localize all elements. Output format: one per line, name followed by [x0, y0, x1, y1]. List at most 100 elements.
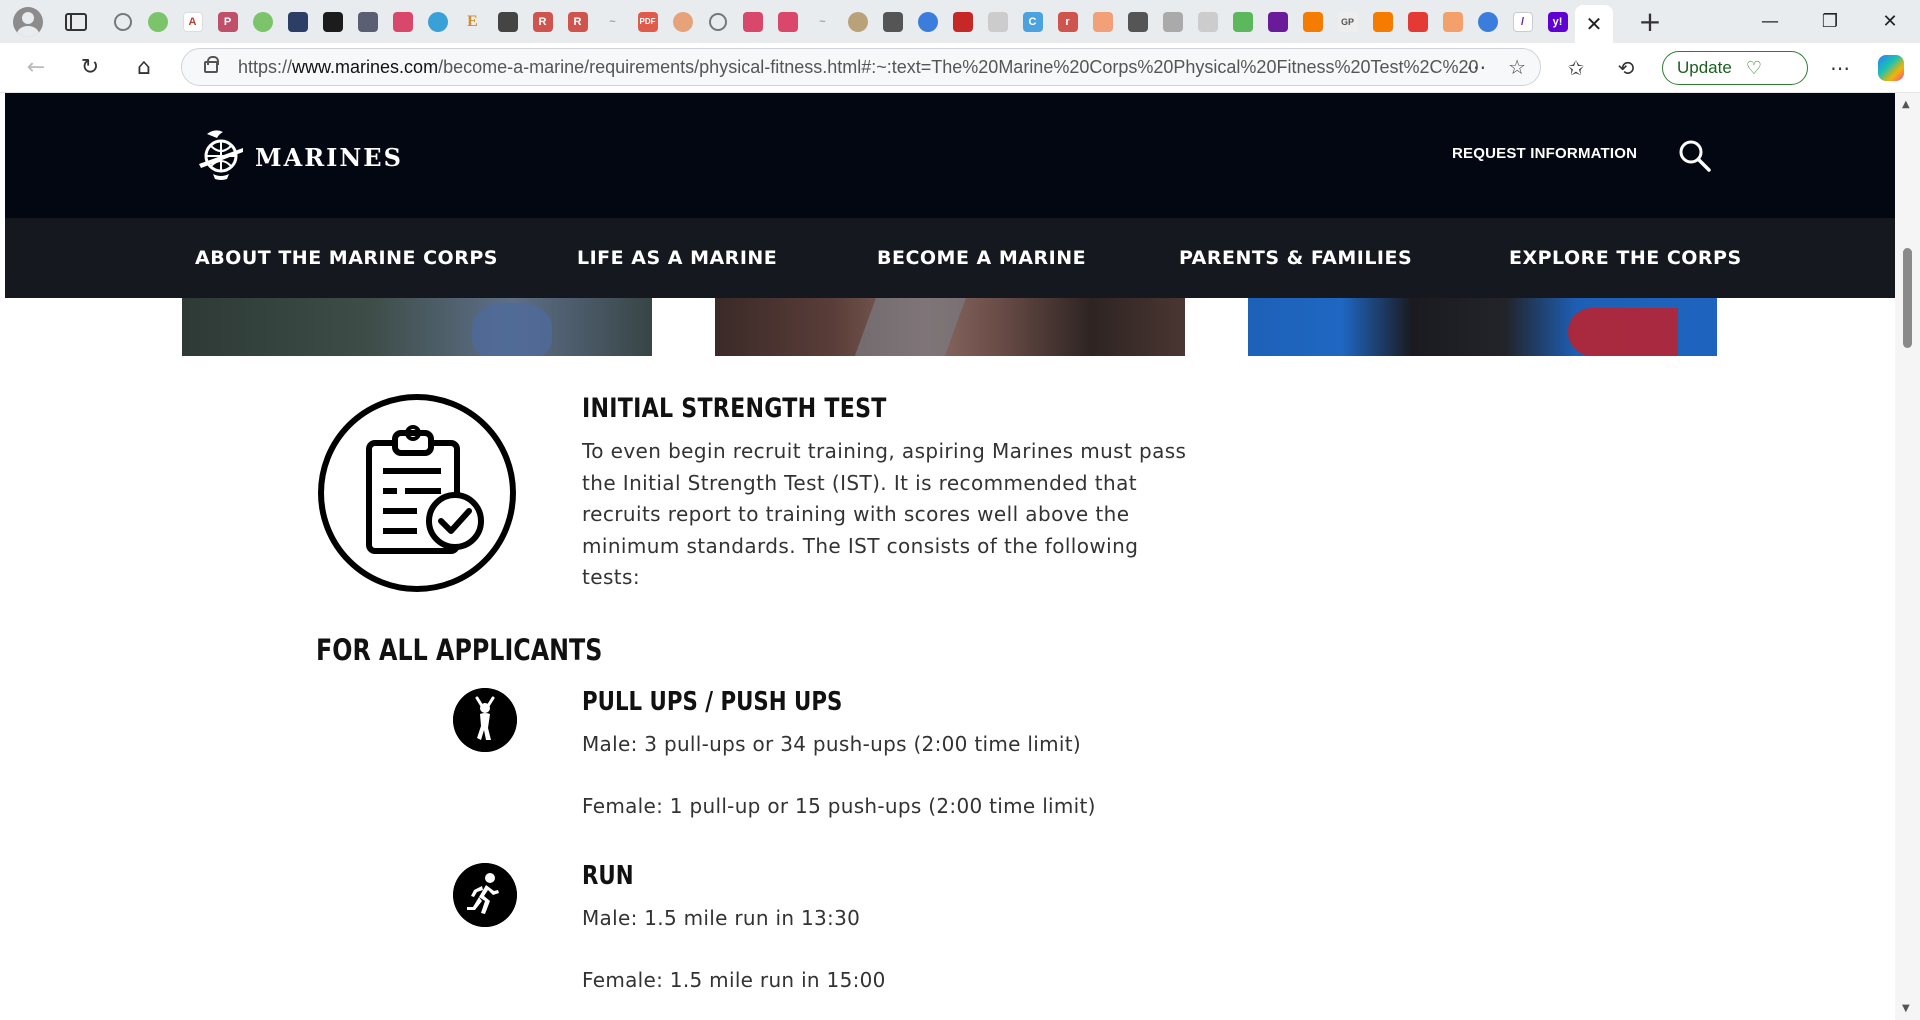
tab[interactable]: A [175, 4, 210, 39]
tab[interactable] [700, 4, 735, 39]
hero-image [715, 298, 1185, 356]
tab[interactable] [1225, 4, 1260, 39]
heartbeat-icon: ♡ [1745, 57, 1762, 78]
tab[interactable] [280, 4, 315, 39]
tab[interactable]: GP [1330, 4, 1365, 39]
tab-actions-icon[interactable] [65, 12, 87, 31]
nav-explore-the-corps[interactable]: EXPLORE THE CORPS [1509, 247, 1742, 269]
tab[interactable]: PDF [630, 4, 665, 39]
play-icon [147, 11, 168, 32]
video-icon [392, 11, 413, 32]
tab[interactable] [420, 4, 455, 39]
tab[interactable]: y! [1540, 4, 1575, 39]
page-scrollbar[interactable]: ▲ ▼ [1895, 93, 1920, 1020]
nav-life-as-a-marine[interactable]: LIFE AS A MARINE [577, 247, 777, 269]
tab[interactable]: / [1505, 4, 1540, 39]
nav-about-the-marine-corps[interactable]: ABOUT THE MARINE CORPS [195, 247, 498, 269]
close-icon[interactable]: ✕ [1586, 12, 1603, 36]
circle-icon [427, 11, 448, 32]
tab[interactable]: C [1015, 4, 1050, 39]
globe-icon [113, 12, 132, 31]
news-icon [287, 11, 308, 32]
profile-avatar[interactable] [13, 6, 43, 37]
back-icon[interactable]: ← [18, 50, 54, 86]
tab[interactable] [875, 4, 910, 39]
tab[interactable]: R [525, 4, 560, 39]
tab[interactable] [1155, 4, 1190, 39]
columns-icon [1127, 11, 1148, 32]
tab[interactable]: r [1050, 4, 1085, 39]
tab[interactable] [1085, 4, 1120, 39]
bookmark-icon [1372, 11, 1393, 32]
tab[interactable]: P [210, 4, 245, 39]
update-button[interactable]: Update ♡ [1662, 51, 1808, 85]
request-information-link[interactable]: REQUEST INFORMATION [1452, 145, 1637, 162]
bookmark-icon [1442, 11, 1463, 32]
hero-image [1248, 298, 1717, 356]
nav-parents-and-families[interactable]: PARENTS & FAMILIES [1179, 247, 1412, 269]
tab[interactable] [1190, 4, 1225, 39]
active-tab[interactable]: ✕ [1575, 5, 1613, 43]
minimize-icon[interactable]: — [1740, 0, 1800, 43]
more-tools-icon[interactable]: ⋯ [1466, 55, 1486, 79]
address-bar[interactable]: https://www.marines.com/become-a-marine/… [181, 48, 1541, 86]
copilot-icon[interactable] [1878, 55, 1904, 81]
tab[interactable] [315, 4, 350, 39]
favorite-star-icon[interactable]: ☆ [1508, 55, 1526, 79]
lock-icon[interactable] [204, 56, 219, 73]
tab[interactable] [945, 4, 980, 39]
pull-ups-female-standard: Female: 1 pull-up or 15 push-ups (2:00 t… [582, 794, 1096, 818]
nav-become-a-marine[interactable]: BECOME A MARINE [877, 247, 1086, 269]
scroll-down-icon[interactable]: ▼ [1902, 1003, 1910, 1014]
globe-icon [708, 12, 727, 31]
tab[interactable] [1295, 4, 1330, 39]
tab[interactable] [770, 4, 805, 39]
marines-logo[interactable]: MARINES [193, 126, 403, 182]
search-icon[interactable] [1678, 139, 1712, 173]
tab[interactable] [105, 4, 140, 39]
letter-r-icon: r [1057, 11, 1078, 32]
tab[interactable] [1470, 4, 1505, 39]
tab[interactable]: ~ [595, 4, 630, 39]
tab[interactable] [490, 4, 525, 39]
address-icons: ⋯ ☆ [1466, 49, 1526, 85]
restore-icon[interactable]: ❐ [1800, 0, 1860, 43]
tab[interactable] [735, 4, 770, 39]
url-text[interactable]: https://www.marines.com/become-a-marine/… [238, 57, 1478, 78]
settings-more-icon[interactable]: ⋯ [1822, 50, 1858, 86]
page-viewport: MARINES REQUEST INFORMATION ABOUT THE MA… [5, 93, 1895, 1015]
tab[interactable] [1400, 4, 1435, 39]
tab[interactable] [1120, 4, 1155, 39]
tab[interactable] [665, 4, 700, 39]
ist-description: To even begin recruit training, aspiring… [582, 439, 1187, 589]
tab[interactable] [840, 4, 875, 39]
favorites-icon[interactable]: ✩ [1558, 50, 1594, 86]
ega-emblem-icon [199, 130, 243, 180]
pull-up-icon [453, 688, 517, 752]
toolbar-right: ✩ ⟲ Update ♡ ⋯ [1544, 43, 1920, 93]
tab[interactable] [1365, 4, 1400, 39]
tab[interactable] [1260, 4, 1295, 39]
tab[interactable] [140, 4, 175, 39]
letter-r-icon: R [567, 11, 588, 32]
video-icon [742, 11, 763, 32]
plus-icon[interactable]: + [1635, 5, 1665, 38]
tab[interactable] [245, 4, 280, 39]
doc-icon [1162, 11, 1183, 32]
tab[interactable] [910, 4, 945, 39]
tab[interactable]: R [560, 4, 595, 39]
window-close-icon[interactable]: ✕ [1860, 0, 1920, 43]
home-icon[interactable]: ⌂ [126, 50, 162, 86]
tab[interactable] [980, 4, 1015, 39]
tab[interactable]: ~ [805, 4, 840, 39]
letter-p-icon: P [217, 11, 238, 32]
tab[interactable] [1435, 4, 1470, 39]
scroll-up-icon[interactable]: ▲ [1902, 99, 1910, 110]
tab[interactable] [350, 4, 385, 39]
flag-icon [952, 11, 973, 32]
refresh-icon[interactable]: ↻ [72, 50, 108, 86]
tab[interactable] [385, 4, 420, 39]
scrollbar-thumb[interactable] [1903, 248, 1912, 348]
history-icon[interactable]: ⟲ [1608, 50, 1644, 86]
tab[interactable]: E [455, 4, 490, 39]
